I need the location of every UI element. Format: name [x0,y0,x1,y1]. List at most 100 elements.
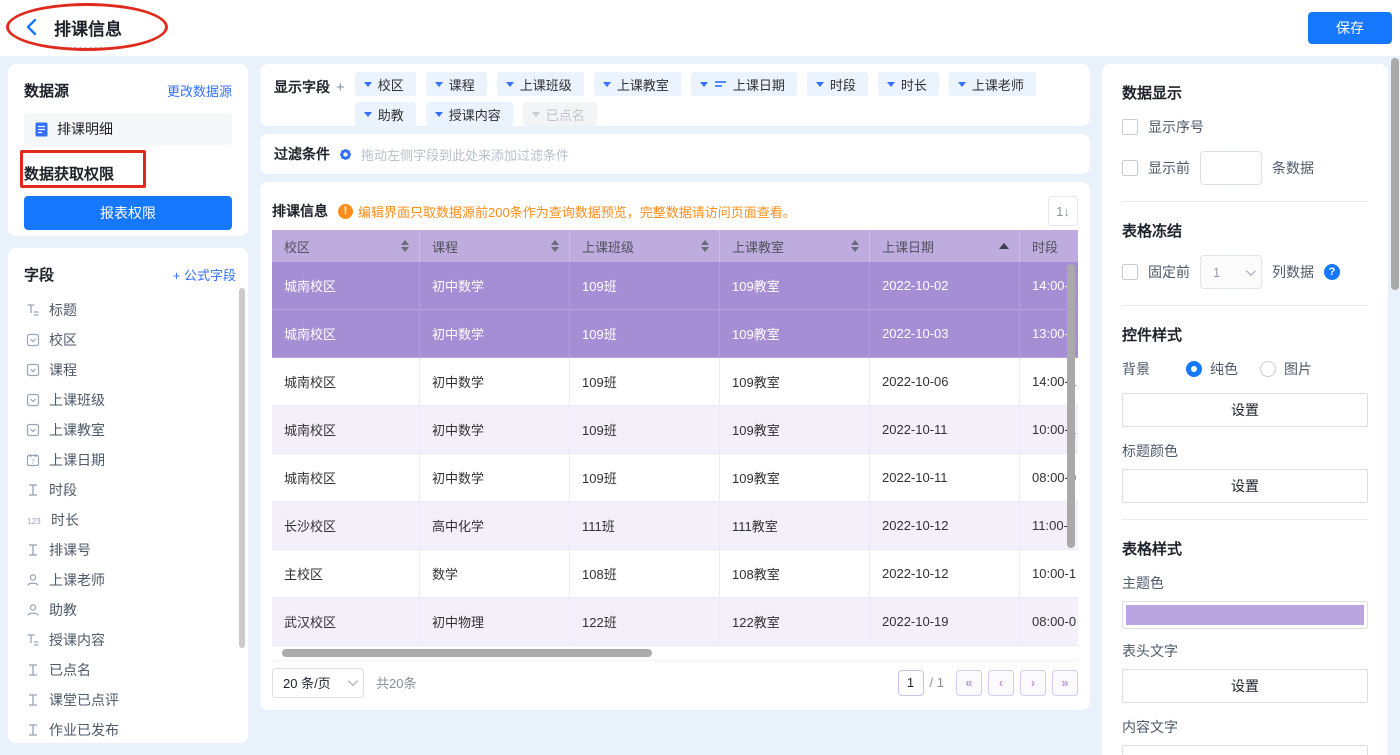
display-field-chip[interactable]: 时长 [878,72,939,96]
display-field-chip[interactable]: 上课教室 [594,72,681,96]
add-formula-field-link[interactable]: + 公式字段 [173,265,236,284]
sort-carets-icon [551,240,559,252]
chip-label: 时段 [830,75,856,94]
solid-color-radio[interactable] [1186,361,1202,377]
table-row[interactable]: 武汉校区初中物理122班122教室2022-10-1908:00-0 [272,598,1078,646]
field-item[interactable]: 标题 [24,295,236,325]
table-row[interactable]: 城南校区初中数学109班109教室2022-10-1108:00-0 [272,454,1078,502]
content-text-set-button[interactable]: 设置 [1122,745,1368,755]
background-set-button[interactable]: 设置 [1122,393,1368,427]
image-radio[interactable] [1260,361,1276,377]
row-order-icon[interactable]: 1↓ [1048,196,1078,226]
display-field-chip[interactable]: 课程 [426,72,487,96]
theme-color-swatch [1126,605,1364,625]
gear-icon[interactable] [338,147,353,162]
table-row[interactable]: 城南校区初中数学109班109教室2022-10-0214:00-1 [272,262,1078,310]
display-field-chip[interactable]: 上课班级 [497,72,584,96]
title-color-set-button[interactable]: 设置 [1122,469,1368,503]
field-item[interactable]: 上课教室 [24,415,236,445]
data-table: 校区课程上课班级上课教室上课日期时段 城南校区初中数学109班109教室2022… [272,230,1078,646]
row-limit-input[interactable] [1200,151,1262,185]
table-row[interactable]: 城南校区初中数学109班109教室2022-10-0313:00-1 [272,310,1078,358]
text-icon [26,723,40,737]
first-page-button[interactable]: « [956,670,982,696]
field-item-label: 已点名 [49,660,91,680]
column-header[interactable]: 上课班级 [570,230,720,262]
field-item[interactable]: 作业已发布 [24,715,236,743]
fields-scrollbar[interactable] [239,288,245,648]
table-cell: 城南校区 [272,454,420,502]
chip-label: 上课教室 [617,75,669,94]
chevron-down-icon [1246,266,1256,276]
table-cell: 初中数学 [420,358,570,406]
table-cell: 108教室 [720,550,870,598]
table-cell: 2022-10-12 [870,550,1020,598]
table-cell: 城南校区 [272,358,420,406]
column-header[interactable]: 上课教室 [720,230,870,262]
show-index-checkbox[interactable] [1122,119,1138,135]
field-item[interactable]: 排课号 [24,535,236,565]
field-item-label: 时段 [49,480,77,500]
field-item[interactable]: 时段 [24,475,236,505]
display-field-chip[interactable]: 已点名 [523,102,597,126]
display-field-chip[interactable]: 校区 [355,72,416,96]
help-icon[interactable]: ? [1324,264,1340,280]
chevron-down-icon [348,676,358,686]
page-number-input[interactable]: 1 [898,670,924,696]
settings-panel: 数据显示 显示序号 显示前 条数据 表格冻结 固定前 1 列数据 ? 控件样式 … [1102,64,1388,755]
field-item[interactable]: 123时长 [24,505,236,535]
document-icon [34,122,49,137]
table-row[interactable]: 长沙校区高中化学111班111教室2022-10-1211:00-1 [272,502,1078,550]
field-item-label: 作业已发布 [49,720,119,740]
theme-color-label: 主题色 [1122,573,1368,593]
select-icon [26,393,40,407]
field-item[interactable]: 课程 [24,355,236,385]
display-field-chip[interactable]: 上课老师 [949,72,1036,96]
background-label: 背景 [1122,359,1178,379]
field-item[interactable]: 上课班级 [24,385,236,415]
freeze-count-select[interactable]: 1 [1200,255,1262,289]
table-cell: 109班 [570,454,720,502]
theme-color-picker[interactable] [1122,601,1368,629]
field-item-label: 授课内容 [49,630,105,650]
field-item[interactable]: 校区 [24,325,236,355]
display-field-chip[interactable]: 授课内容 [426,102,513,126]
add-display-field-button[interactable]: + [336,79,345,96]
field-item[interactable]: 上课老师 [24,565,236,595]
field-item[interactable]: 课堂已点评 [24,685,236,715]
fields-panel: 字段 + 公式字段 标题校区课程上课班级上课教室7上课日期时段123时长排课号上… [8,248,248,743]
freeze-checkbox[interactable] [1122,264,1138,280]
table-row[interactable]: 城南校区初中数学109班109教室2022-10-1110:00-1 [272,406,1078,454]
prev-page-button[interactable]: ‹ [988,670,1014,696]
last-page-button[interactable]: » [1052,670,1078,696]
table-horizontal-scrollbar[interactable] [282,649,652,657]
column-header[interactable]: 上课日期 [870,230,1020,262]
display-field-chip[interactable]: 上课日期 [691,72,797,96]
column-header[interactable]: 时段 [1020,230,1078,262]
field-item[interactable]: 7上课日期 [24,445,236,475]
page-size-select[interactable]: 20 条/页 [272,668,364,698]
title-icon [26,303,40,317]
field-item[interactable]: 已点名 [24,655,236,685]
report-permission-button[interactable]: 报表权限 [24,196,232,230]
field-item[interactable]: 授课内容 [24,625,236,655]
display-field-chip[interactable]: 时段 [807,72,868,96]
column-header-label: 时段 [1032,237,1058,256]
datasource-item[interactable]: 排课明细 [24,113,232,145]
table-row[interactable]: 城南校区初中数学109班109教室2022-10-0614:00-1 [272,358,1078,406]
select-icon [26,333,40,347]
back-icon[interactable] [22,17,42,37]
display-field-chip[interactable]: 助教 [355,102,416,126]
column-header[interactable]: 课程 [420,230,570,262]
column-header[interactable]: 校区 [272,230,420,262]
change-datasource-link[interactable]: 更改数据源 [167,81,232,100]
show-first-checkbox[interactable] [1122,160,1138,176]
table-vertical-scrollbar[interactable] [1067,264,1075,548]
table-row[interactable]: 主校区数学108班108教室2022-10-1210:00-1 [272,550,1078,598]
permission-title: 数据获取权限 [24,163,232,184]
save-button[interactable]: 保存 [1308,12,1392,44]
next-page-button[interactable]: › [1020,670,1046,696]
field-item[interactable]: 助教 [24,595,236,625]
header-text-set-button[interactable]: 设置 [1122,669,1368,703]
window-scrollbar[interactable] [1391,58,1399,290]
